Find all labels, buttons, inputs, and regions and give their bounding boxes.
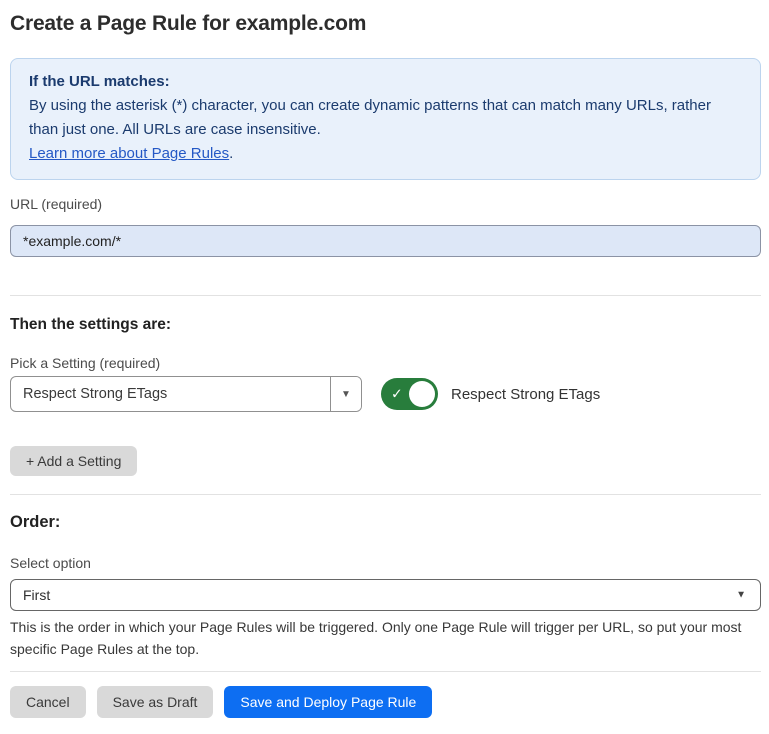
settings-section-heading: Then the settings are:	[10, 316, 761, 334]
footer-actions: Cancel Save as Draft Save and Deploy Pag…	[10, 686, 761, 718]
link-period: .	[229, 145, 233, 162]
save-draft-button[interactable]: Save as Draft	[97, 686, 214, 718]
setting-row: Respect Strong ETags ▼ ✓ Respect Strong …	[10, 376, 761, 412]
url-input[interactable]	[10, 225, 761, 257]
check-icon: ✓	[391, 387, 403, 401]
setting-select[interactable]: Respect Strong ETags ▼	[10, 376, 362, 412]
order-help-text: This is the order in which your Page Rul…	[10, 616, 761, 660]
page-title: Create a Page Rule for example.com	[10, 12, 761, 36]
page-rule-form: Create a Page Rule for example.com If th…	[0, 0, 769, 734]
info-box-link-line: Learn more about Page Rules.	[29, 142, 742, 166]
section-divider	[10, 295, 761, 296]
footer-divider	[10, 671, 761, 672]
setting-select-value: Respect Strong ETags	[11, 377, 330, 411]
toggle-label: Respect Strong ETags	[451, 386, 600, 403]
chevron-down-icon: ▼	[736, 590, 746, 601]
toggle-knob	[409, 381, 435, 407]
pick-setting-label: Pick a Setting (required)	[10, 355, 761, 371]
info-box-body: By using the asterisk (*) character, you…	[29, 94, 742, 142]
order-select[interactable]: First ▼	[10, 579, 761, 611]
learn-more-link[interactable]: Learn more about Page Rules	[29, 145, 229, 162]
setting-toggle[interactable]: ✓	[381, 378, 438, 410]
section-divider	[10, 494, 761, 495]
order-select-label: Select option	[10, 555, 761, 571]
info-box-heading: If the URL matches:	[29, 70, 742, 94]
url-field-label: URL (required)	[10, 196, 761, 212]
add-setting-button[interactable]: + Add a Setting	[10, 446, 137, 476]
order-section-heading: Order:	[10, 513, 761, 532]
order-select-value: First	[23, 587, 50, 603]
save-deploy-button[interactable]: Save and Deploy Page Rule	[224, 686, 432, 718]
cancel-button[interactable]: Cancel	[10, 686, 86, 718]
dropdown-arrow-icon: ▼	[341, 389, 351, 400]
dropdown-arrow-button[interactable]: ▼	[330, 377, 361, 411]
url-match-info-box: If the URL matches: By using the asteris…	[10, 58, 761, 180]
